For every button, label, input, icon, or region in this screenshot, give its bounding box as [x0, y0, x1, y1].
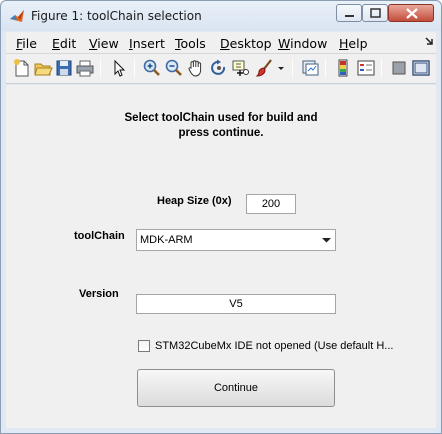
menu-edit[interactable]: Edit	[52, 36, 76, 51]
menu-overflow-arrow-icon[interactable]	[424, 36, 434, 49]
insert-colorbar-icon[interactable]	[333, 58, 353, 78]
brush-icon[interactable]	[255, 58, 275, 78]
title-bar[interactable]: Figure 1: toolChain selection	[1, 1, 441, 31]
version-input[interactable]: V5	[136, 294, 336, 314]
heap-size-input[interactable]: 200	[246, 194, 296, 214]
menu-file[interactable]: File	[16, 36, 37, 51]
heap-size-label: Heap Size (0x)	[157, 195, 232, 207]
menu-bar: File Edit View Insert Tools Desktop Wind…	[6, 32, 436, 54]
version-label: Version	[79, 288, 119, 300]
zoom-in-icon[interactable]	[142, 58, 162, 78]
instruction-line-1: Select toolChain used for build and	[124, 112, 318, 124]
matlab-logo-icon	[9, 8, 25, 24]
menu-desktop[interactable]: Desktop	[220, 36, 272, 51]
chevron-down-icon[interactable]	[318, 230, 335, 250]
form-panel: Select toolChain used for build and pres…	[6, 85, 436, 428]
window-title: Figure 1: toolChain selection	[31, 9, 202, 23]
open-file-icon[interactable]	[33, 58, 53, 78]
minimize-icon	[345, 15, 354, 17]
data-cursor-icon[interactable]	[231, 58, 251, 78]
close-button[interactable]	[388, 4, 434, 22]
close-icon	[406, 8, 418, 19]
new-figure-icon[interactable]	[12, 58, 32, 78]
zoom-out-icon[interactable]	[164, 58, 184, 78]
toolchain-selected-value: MDK-ARM	[140, 234, 193, 246]
instruction-text: Select toolChain used for build and pres…	[6, 111, 436, 141]
toolchain-label: toolChain	[74, 230, 125, 242]
maximize-icon	[370, 8, 381, 18]
pan-hand-icon[interactable]	[186, 58, 206, 78]
toolchain-dropdown[interactable]: MDK-ARM	[136, 229, 336, 251]
continue-button[interactable]: Continue	[137, 369, 335, 407]
menu-window[interactable]: Window	[278, 36, 327, 51]
select-pointer-icon[interactable]	[109, 58, 129, 78]
menu-tools[interactable]: Tools	[175, 36, 206, 51]
menu-help[interactable]: Help	[339, 36, 368, 51]
ide-not-opened-label[interactable]: STM32CubeMx IDE not opened (Use default …	[155, 340, 393, 352]
figure-toolbar	[6, 54, 436, 84]
brush-dropdown-icon[interactable]	[276, 58, 286, 78]
save-icon[interactable]	[54, 58, 74, 78]
hide-plot-tools-icon[interactable]	[389, 58, 409, 78]
print-icon[interactable]	[75, 58, 95, 78]
insert-legend-icon[interactable]	[356, 58, 376, 78]
show-plot-tools-icon[interactable]	[411, 58, 431, 78]
maximize-button[interactable]	[362, 4, 388, 22]
menu-view[interactable]: View	[89, 36, 119, 51]
menu-insert[interactable]: Insert	[129, 36, 165, 51]
figure-window: Figure 1: toolChain selection File Edit …	[0, 0, 442, 434]
instruction-line-2: press continue.	[178, 127, 264, 139]
minimize-button[interactable]	[336, 4, 362, 22]
ide-not-opened-checkbox[interactable]	[138, 340, 150, 352]
rotate-3d-icon[interactable]	[209, 58, 229, 78]
link-plot-icon[interactable]	[300, 58, 320, 78]
